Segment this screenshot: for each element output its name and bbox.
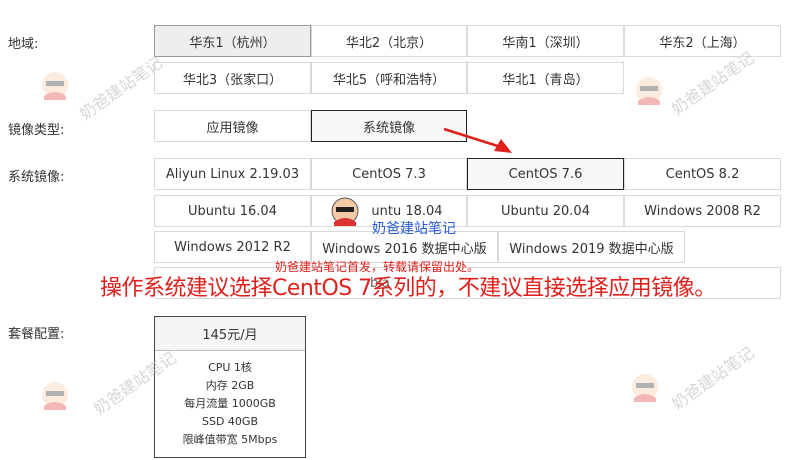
plan-spec-memory: 内存 2GB [205, 379, 255, 392]
system-image-label: 系统镜像: [8, 170, 65, 185]
region-option-shanghai[interactable]: 华东2（上海） [624, 25, 781, 57]
os-centos-82[interactable]: CentOS 8.2 [624, 158, 781, 190]
region-option-qingdao[interactable]: 华北1（青岛） [467, 62, 624, 94]
image-type-app[interactable]: 应用镜像 [154, 110, 311, 142]
watermark-avatar-icon [636, 77, 662, 105]
watermark-bottom-right: 奶爸建站笔记 [668, 342, 758, 414]
os-windows-2008[interactable]: Windows 2008 R2 [624, 195, 781, 227]
region-option-beijing[interactable]: 华北2（北京） [311, 25, 467, 57]
plan-spec-traffic: 每月流量 1000GB [184, 397, 276, 410]
watermark-center: 奶爸建站笔记 [372, 221, 456, 237]
os-windows-2019[interactable]: Windows 2019 数据中心版 [498, 231, 685, 263]
os-aliyun[interactable]: Aliyun Linux 2.19.03 [154, 158, 311, 190]
image-type-label: 镜像类型: [8, 123, 65, 138]
pointer-arrow-icon [443, 127, 512, 153]
region-option-zhangjiakou[interactable]: 华北3（张家口） [154, 62, 311, 94]
plan-spec-ssd: SSD 40GB [202, 415, 258, 428]
os-centos-76[interactable]: CentOS 7.6 [467, 158, 624, 190]
watermark-avatar-icon [632, 374, 658, 402]
plan-label: 套餐配置: [8, 327, 65, 342]
os-ubuntu-1804-label: untu 18.04 [371, 203, 443, 219]
watermark-avatar-icon [331, 197, 359, 226]
watermark-avatar-icon [42, 72, 68, 100]
recommendation-note: 操作系统建议选择CentOS 7系列的，不建议直接选择应用镜像。 [100, 276, 716, 301]
os-ubuntu-1604[interactable]: Ubuntu 16.04 [154, 195, 311, 227]
region-option-huhehaote[interactable]: 华北5（呼和浩特） [311, 62, 467, 94]
watermark-top-left: 奶爸建站笔记 [76, 52, 166, 124]
watermark-avatar-icon [42, 382, 68, 410]
plan-spec-bandwidth: 限峰值带宽 5Mbps [182, 433, 278, 446]
os-ubuntu-2004[interactable]: Ubuntu 20.04 [467, 195, 624, 227]
os-centos-73[interactable]: CentOS 7.3 [311, 158, 467, 190]
region-label: 地域: [8, 37, 39, 52]
region-option-hangzhou[interactable]: 华东1（杭州） [154, 25, 311, 57]
plan-price: 145元/月 [155, 317, 305, 351]
plan-card[interactable]: 145元/月 CPU 1核 内存 2GB 每月流量 1000GB SSD 40G… [154, 316, 306, 458]
region-option-shenzhen[interactable]: 华南1（深圳） [467, 25, 624, 57]
